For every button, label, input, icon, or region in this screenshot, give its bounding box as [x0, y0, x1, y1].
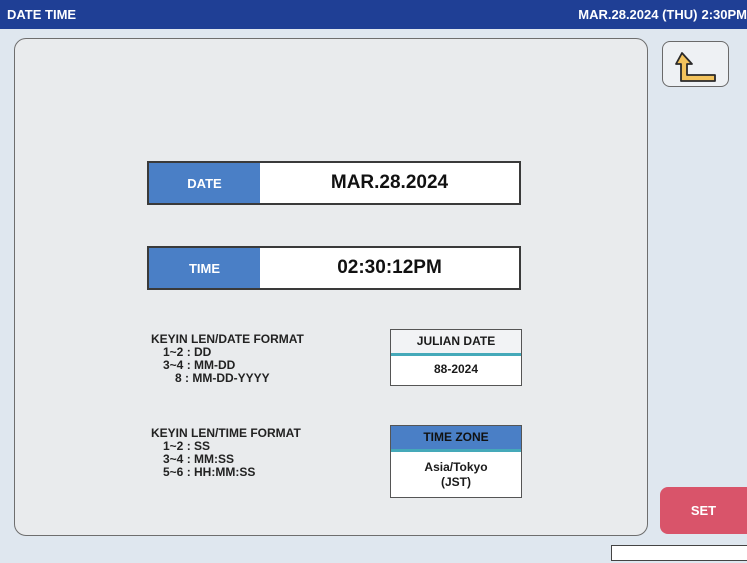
clock-time: 2:30PM [701, 7, 747, 22]
time-format-line: 5~6 : HH:MM:SS [163, 465, 256, 479]
julian-date-value: 88-2024 [433, 362, 479, 376]
title-bar: DATE TIME MAR.28.2024 (THU) 2:30PM [0, 0, 747, 29]
main-panel: DATE MAR.28.2024 TIME 02:30:12PM KEYIN L… [14, 38, 648, 536]
set-button[interactable]: SET [660, 487, 747, 534]
time-zone-abbr: (JST) [441, 475, 471, 489]
date-field[interactable]: DATE MAR.28.2024 [147, 161, 521, 205]
date-value[interactable]: MAR.28.2024 [260, 163, 519, 203]
return-arrow-icon [675, 52, 716, 82]
date-format-line: 8 : MM-DD-YYYY [175, 371, 270, 385]
time-format-info: KEYIN LEN/TIME FORMAT 1~2 : SS 3~4 : MM:… [151, 427, 301, 479]
julian-date-box: JULIAN DATE 88-2024 [390, 329, 522, 386]
time-zone-box[interactable]: TIME ZONE Asia/Tokyo (JST) [390, 425, 522, 498]
time-field[interactable]: TIME 02:30:12PM [147, 246, 521, 290]
screen-title: DATE TIME [7, 7, 77, 22]
status-field [611, 545, 747, 561]
julian-date-label: JULIAN DATE [391, 330, 521, 356]
time-zone-value: Asia/Tokyo (JST) [391, 452, 521, 490]
time-label: TIME [149, 248, 260, 288]
time-zone-label: TIME ZONE [391, 426, 521, 452]
back-button[interactable] [662, 41, 729, 87]
date-format-info: KEYIN LEN/DATE FORMAT 1~2 : DD 3~4 : MM-… [151, 333, 304, 385]
clock-display: MAR.28.2024 (THU) 2:30PM [578, 7, 747, 22]
time-zone-name: Asia/Tokyo [424, 460, 488, 474]
date-label: DATE [149, 163, 260, 203]
clock-date: MAR.28.2024 (THU) [578, 7, 698, 22]
time-value[interactable]: 02:30:12PM [260, 248, 519, 288]
